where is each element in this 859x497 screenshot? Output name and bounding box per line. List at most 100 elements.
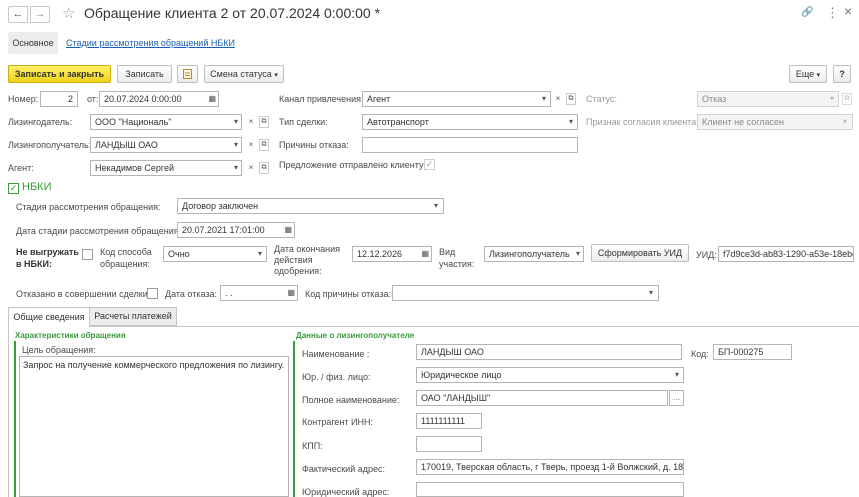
- approval-end-label-line2: действия: [274, 255, 313, 265]
- report-icon[interactable]: [177, 65, 198, 83]
- inn-field[interactable]: 1111111111: [416, 413, 482, 429]
- dropdown-icon[interactable]: ▾: [565, 114, 577, 130]
- date-field[interactable]: 20.07.2024 0:00:00 ▦: [99, 91, 219, 107]
- dropdown-icon[interactable]: ▾: [254, 246, 266, 262]
- channel-field[interactable]: Агент: [362, 91, 551, 107]
- refusal-date-label: Дата отказа:: [165, 289, 218, 299]
- nbki-section-label: НБКИ: [22, 181, 52, 193]
- tab-payments[interactable]: Расчеты платежей: [89, 307, 177, 326]
- dropdown-icon: ▾: [829, 94, 834, 103]
- close-icon[interactable]: ×: [844, 3, 852, 19]
- stage-label: Стадия рассмотрения обращения:: [16, 202, 161, 212]
- stage-date-label: Дата стадии рассмотрения обращения:: [16, 226, 182, 236]
- link-icon[interactable]: 🔗: [801, 7, 813, 18]
- open-icon[interactable]: ⧉: [259, 116, 269, 128]
- right-panel-header: Данные о лизингополучателе: [296, 331, 415, 340]
- participation-label-line2: участия:: [439, 259, 475, 269]
- nav-back-button[interactable]: ←: [8, 6, 28, 23]
- tab-general[interactable]: Общие сведения: [8, 307, 90, 327]
- clear-icon[interactable]: ×: [245, 114, 257, 130]
- clear-icon[interactable]: ×: [245, 137, 257, 153]
- lessee-label: Лизингополучатель:: [8, 140, 92, 150]
- tab-main[interactable]: Основное: [8, 32, 58, 54]
- dropdown-icon[interactable]: ▾: [230, 137, 242, 153]
- method-field[interactable]: Очно: [163, 246, 267, 262]
- approval-end-label-line3: одобрения:: [274, 266, 322, 276]
- legal-address-field[interactable]: [416, 482, 684, 497]
- name-field[interactable]: ЛАНДЫШ ОАО: [416, 344, 682, 360]
- stage-date-value: 20.07.2021 17:01:00: [182, 225, 265, 235]
- open-icon[interactable]: ⧉: [566, 93, 576, 105]
- deal-type-field[interactable]: Автотранспорт: [362, 114, 578, 130]
- no-upload-label-line1: Не выгружать: [16, 247, 79, 257]
- legal-address-label: Юридический адрес:: [302, 487, 390, 497]
- dropdown-icon[interactable]: ▾: [645, 285, 657, 301]
- calendar-icon[interactable]: ▦: [208, 92, 216, 106]
- number-field[interactable]: 2: [40, 91, 78, 107]
- refused-checkbox[interactable]: [147, 288, 158, 299]
- lessee-field[interactable]: ЛАНДЫШ ОАО: [90, 137, 242, 153]
- nbki-checkbox[interactable]: ✓: [8, 183, 19, 194]
- stage-date-field[interactable]: 20.07.2021 17:01:00 ▦: [177, 222, 295, 238]
- deal-type-label: Тип сделки:: [279, 117, 328, 127]
- calendar-icon[interactable]: ▦: [421, 247, 429, 261]
- calendar-icon[interactable]: ▦: [284, 223, 292, 237]
- open-icon[interactable]: ⧉: [259, 139, 269, 151]
- save-and-close-button[interactable]: Записать и закрыть: [8, 65, 111, 83]
- offer-sent-checkbox: ✓: [424, 159, 435, 170]
- participation-field[interactable]: Лизингополучатель: [484, 246, 584, 262]
- nav-forward-button[interactable]: →: [30, 6, 50, 23]
- ellipsis-icon[interactable]: …: [669, 390, 684, 406]
- dropdown-icon[interactable]: ▾: [230, 160, 242, 176]
- dropdown-icon[interactable]: ▾: [538, 91, 550, 107]
- generate-uid-button[interactable]: Сформировать УИД: [591, 244, 689, 262]
- more-icon[interactable]: ⋮: [826, 5, 839, 21]
- dropdown-icon[interactable]: ▾: [671, 367, 683, 383]
- purpose-textarea[interactable]: Запрос на получение коммерческого предло…: [19, 356, 289, 497]
- status-field: Отказ: [697, 91, 839, 107]
- approval-end-field[interactable]: 12.12.2026 ▦: [352, 246, 432, 262]
- dropdown-icon[interactable]: ▾: [230, 114, 242, 130]
- code-field[interactable]: БП-000275: [713, 344, 792, 360]
- refusal-code-field[interactable]: [392, 285, 659, 301]
- dropdown-icon[interactable]: ▾: [430, 198, 442, 214]
- date-value: 20.07.2024 0:00:00: [104, 94, 182, 104]
- clear-icon[interactable]: ×: [552, 91, 564, 107]
- participation-label: Вид участия:: [439, 246, 474, 270]
- offer-sent-label: Предложение отправлено клиенту: [279, 160, 424, 170]
- consent-label: Признак согласия клиента:: [586, 117, 699, 127]
- stage-field[interactable]: Договор заключен: [177, 198, 444, 214]
- no-upload-checkbox[interactable]: [82, 249, 93, 260]
- clear-icon[interactable]: ×: [245, 160, 257, 176]
- refusal-reasons-field[interactable]: [362, 137, 578, 153]
- approval-end-value: 12.12.2026: [357, 249, 403, 259]
- entity-field[interactable]: Юридическое лицо: [416, 367, 684, 383]
- refused-label: Отказано в совершении сделки:: [16, 289, 151, 299]
- name-label: Наименование :: [302, 349, 370, 359]
- calendar-icon[interactable]: ▦: [287, 286, 295, 300]
- lessor-field[interactable]: ООО "Националь": [90, 114, 242, 130]
- approval-end-label-line1: Дата окончания: [274, 244, 341, 254]
- status-label: Статус:: [586, 94, 617, 104]
- uid-field[interactable]: f7d9ce3d-ab83-1290-a53e-18ebd: [718, 246, 854, 262]
- agent-field[interactable]: Некадимов Сергей: [90, 160, 242, 176]
- status-change-button[interactable]: Смена статуса ▾: [204, 65, 284, 83]
- method-label: Код способа обращения:: [100, 246, 152, 270]
- kpp-field[interactable]: [416, 436, 482, 452]
- chevron-down-icon: ▾: [274, 72, 278, 79]
- help-button[interactable]: ?: [833, 65, 851, 83]
- address-field[interactable]: 170019, Тверская область, г Тверь, проез…: [416, 459, 684, 475]
- more-button[interactable]: Еще ▾: [789, 65, 827, 83]
- refusal-date-field[interactable]: . . ▦: [220, 285, 298, 301]
- purpose-label: Цель обращения:: [22, 345, 96, 355]
- open-icon[interactable]: ⧉: [259, 162, 269, 174]
- save-button[interactable]: Записать: [117, 65, 172, 83]
- dropdown-icon[interactable]: ▾: [572, 246, 584, 262]
- code-label: Код:: [691, 349, 709, 359]
- tab-stages-link[interactable]: Стадии рассмотрения обращений НБКИ: [66, 38, 235, 48]
- star-icon[interactable]: ☆: [62, 4, 75, 22]
- kpp-label: КПП:: [302, 441, 323, 451]
- dropdown-icon: ▾: [842, 117, 847, 126]
- full-name-field[interactable]: ОАО "ЛАНДЫШ": [416, 390, 668, 406]
- refusal-reasons-label: Причины отказа:: [279, 140, 349, 150]
